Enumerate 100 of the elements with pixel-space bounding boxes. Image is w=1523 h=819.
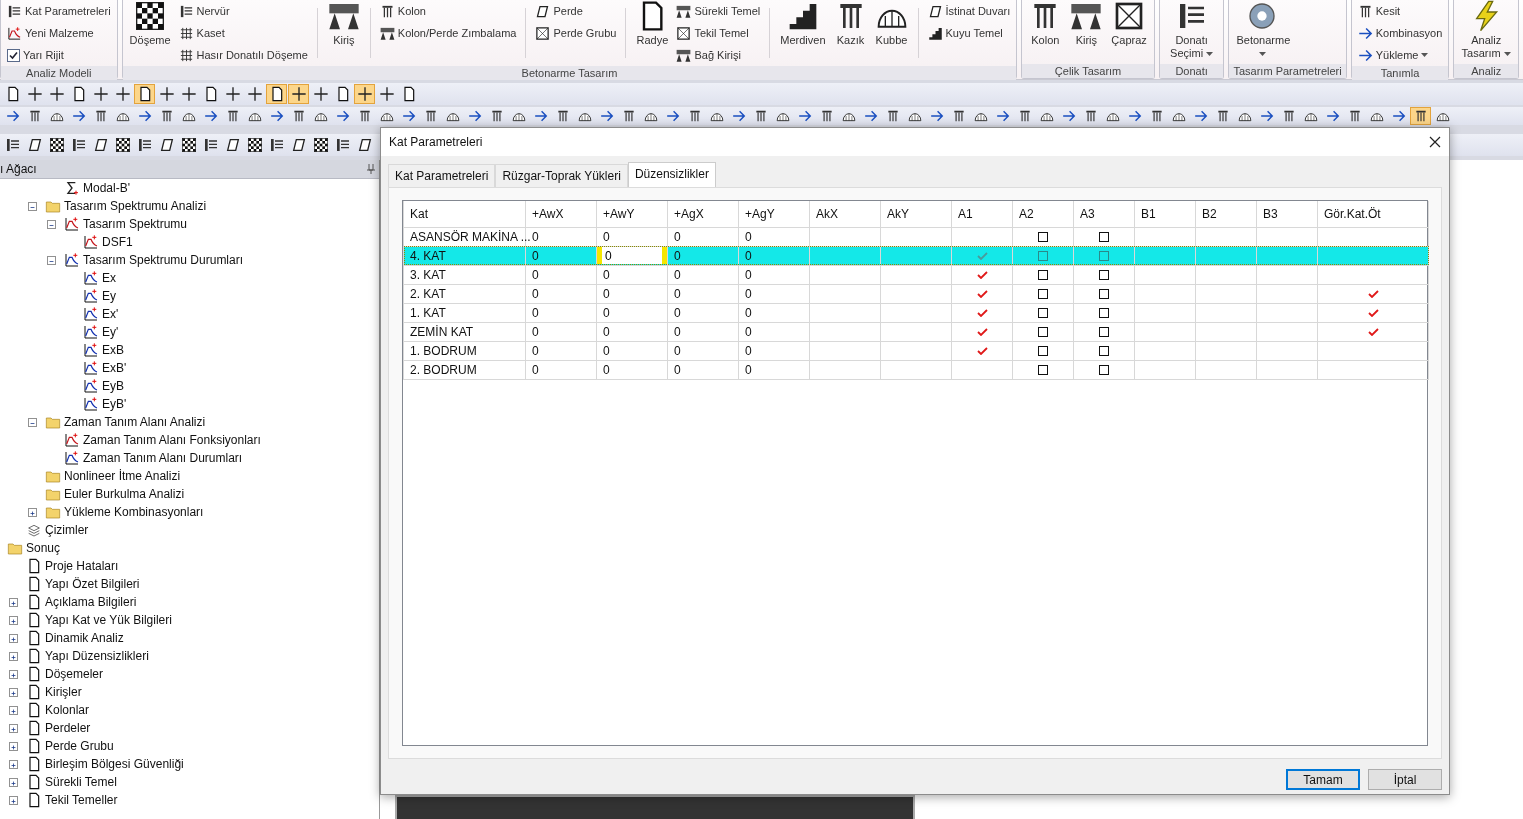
column-header[interactable]: +AwY [596, 201, 668, 227]
tree-item[interactable]: Kolonlar [45, 701, 90, 719]
table-row[interactable]: ZEMİN KAT 0 0 0 0 [403, 322, 1429, 341]
checkbox[interactable]: Yarı Rijit [5, 44, 113, 66]
toolbar-button[interactable] [354, 84, 375, 104]
ribbon-button[interactable]: Kombinasyon [1355, 22, 1445, 44]
tree-item[interactable]: Yapı Kat ve Yük Bilgileri [45, 611, 172, 629]
tree-item[interactable]: Sürekli Temel [45, 773, 117, 791]
column-header[interactable]: A3 [1073, 201, 1135, 227]
toolbar-button[interactable] [288, 84, 309, 104]
toolbar-button[interactable] [266, 84, 287, 104]
ribbon-button[interactable]: Kuyu Temel [925, 22, 1013, 44]
tree-item[interactable]: Açıklama Bilgileri [45, 593, 137, 611]
ribbon-button[interactable]: Merdiven [777, 0, 829, 47]
ribbon-button[interactable]: Kiriş [324, 0, 363, 47]
column-header[interactable]: AkY [880, 201, 952, 227]
checkbox[interactable] [1038, 251, 1048, 262]
ribbon-button[interactable]: Bağ Kirişi [674, 44, 763, 66]
cell-input[interactable]: 0 [597, 247, 667, 264]
tab[interactable]: Düzensizlikler [627, 162, 716, 187]
expand-button[interactable] [9, 705, 18, 715]
table-row[interactable]: 2. KAT 0 0 0 0 [403, 284, 1429, 303]
tree-item[interactable]: Ex' [102, 305, 119, 323]
expand-button[interactable] [9, 723, 18, 733]
tree-item[interactable]: Yükleme Kombinasyonları [64, 503, 204, 521]
ribbon-button[interactable]: Sürekli Temel [674, 0, 763, 22]
tree-item[interactable]: Tasarım Spektrumu Durumları [83, 251, 244, 269]
column-header[interactable]: A2 [1012, 201, 1074, 227]
tree-item[interactable]: Tasarım Spektrumu [83, 215, 188, 233]
checkbox[interactable] [1038, 346, 1048, 357]
tree-item[interactable]: Kirişler [45, 683, 82, 701]
tree-item[interactable]: Nonlineer İtme Analizi [64, 467, 181, 485]
expand-button[interactable] [28, 417, 37, 427]
checkbox[interactable] [1099, 251, 1109, 262]
expand-button[interactable] [9, 777, 18, 787]
column-header[interactable]: Gör.Kat.Öt [1317, 201, 1429, 227]
tree-item[interactable]: Zaman Tanım Alanı Fonksiyonları [83, 431, 261, 449]
expand-button[interactable] [9, 651, 18, 661]
checkbox[interactable] [1038, 308, 1048, 319]
ribbon-button[interactable]: İstinat Duvarı [925, 0, 1013, 22]
checkbox[interactable] [1099, 289, 1109, 300]
checkbox[interactable] [1099, 346, 1109, 357]
tree-item[interactable]: Tekil Temeller [45, 791, 118, 809]
expand-button[interactable] [9, 687, 18, 697]
table-row[interactable]: 1. KAT 0 0 0 0 [403, 303, 1429, 322]
table-row[interactable]: ASANSÖR MAKİNA ...0 0 0 0 [403, 227, 1429, 246]
ribbon-button[interactable]: Betonarme [1233, 0, 1292, 60]
checkbox[interactable] [1099, 327, 1109, 338]
expand-button[interactable] [9, 633, 18, 643]
tree-item[interactable]: DSF1 [102, 233, 133, 251]
tree-item[interactable]: Zaman Tanım Alanı Durumları [83, 449, 243, 467]
tree-item[interactable]: Yapı Özet Bilgileri [45, 575, 140, 593]
ribbon-button[interactable]: Döşeme [126, 0, 174, 47]
ribbon-button[interactable]: Kaset [176, 22, 310, 44]
expand-button[interactable] [47, 255, 56, 265]
tab[interactable]: Kat Parametreleri [388, 164, 496, 187]
tree-item[interactable]: Proje Hataları [45, 557, 119, 575]
ribbon-button[interactable]: Tekil Temel [674, 22, 763, 44]
tree-item[interactable]: Perdeler [45, 719, 91, 737]
ribbon-button[interactable]: Kubbe [872, 0, 911, 47]
tree-item[interactable]: Zaman Tanım Alanı Analizi [64, 413, 206, 431]
column-header[interactable]: +AgX [667, 201, 739, 227]
column-header[interactable]: +AwX [525, 201, 597, 227]
ribbon-button[interactable]: Kazık [831, 0, 870, 47]
tree-item[interactable]: Yapı Düzensizlikleri [45, 647, 149, 665]
ribbon-button[interactable]: Perde Grubu [533, 22, 619, 44]
ribbon-button[interactable]: Hasır Donatılı Döşeme [176, 44, 310, 66]
ribbon-button[interactable]: Kolon/Perde Zımbalama [377, 22, 519, 44]
ribbon-button[interactable]: Donatı Seçimi [1163, 0, 1220, 60]
column-header[interactable]: B1 [1134, 201, 1196, 227]
tree-item[interactable]: Birleşim Bölgesi Güvenliği [45, 755, 184, 773]
checkbox[interactable] [1099, 308, 1109, 319]
expand-button[interactable] [9, 759, 18, 769]
column-header[interactable]: B2 [1195, 201, 1257, 227]
column-header[interactable]: Kat [403, 201, 526, 227]
expand-button[interactable] [28, 507, 37, 517]
tree-item[interactable]: Tasarım Spektrumu Analizi [64, 197, 207, 215]
tree-item[interactable]: Çizimler [45, 521, 89, 539]
ribbon-button[interactable]: Radye [633, 0, 672, 47]
ribbon-button[interactable]: Kolon [377, 0, 519, 22]
ribbon-button[interactable]: Analiz Tasarım [1458, 0, 1514, 60]
ribbon-button[interactable]: Kiriş [1067, 0, 1106, 47]
tree-item[interactable]: Ey [102, 287, 116, 305]
tab[interactable]: Rüzgar-Toprak Yükleri [495, 164, 628, 187]
ribbon-button[interactable]: Perde [533, 0, 619, 22]
column-header[interactable]: AkX [809, 201, 881, 227]
close-icon[interactable] [1429, 136, 1441, 148]
ribbon-button[interactable]: Nervür [176, 0, 310, 22]
tree-item[interactable]: Euler Burkulma Analizi [64, 485, 185, 503]
dialog-button[interactable]: İptal [1368, 769, 1442, 790]
checkbox[interactable] [1038, 270, 1048, 281]
expand-button[interactable] [47, 219, 56, 229]
checkbox[interactable] [1099, 270, 1109, 281]
toolbar-button[interactable] [134, 84, 155, 104]
expand-button[interactable] [28, 201, 37, 211]
tree-item[interactable]: Ey' [102, 323, 119, 341]
table-row[interactable]: 1. BODRUM 0 0 0 0 [403, 341, 1429, 360]
tree-item[interactable]: Dinamik Analiz [45, 629, 124, 647]
ribbon-button[interactable]: Kat Parametreleri [5, 0, 113, 22]
ribbon-button[interactable]: Yeni Malzeme [5, 22, 113, 44]
